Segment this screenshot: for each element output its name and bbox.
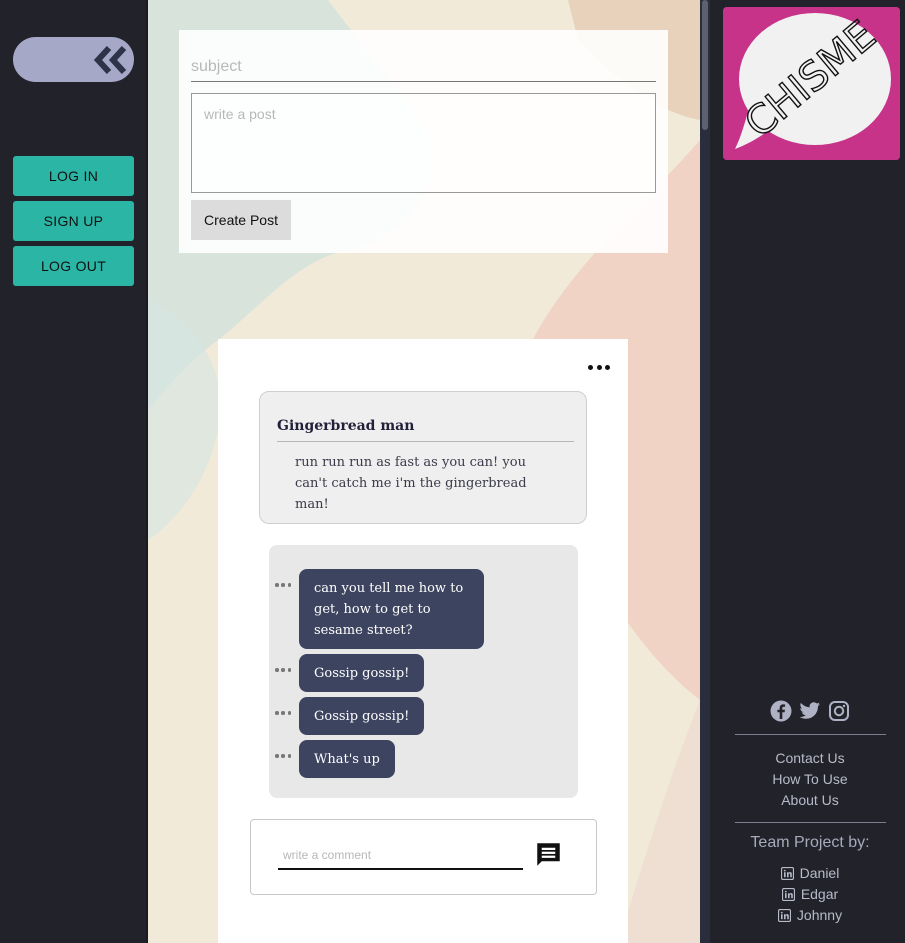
team-member-edgar[interactable]: Edgar xyxy=(710,886,905,902)
team-member-name: Daniel xyxy=(799,865,840,881)
logout-button[interactable]: LOG OUT xyxy=(13,246,134,286)
signup-button[interactable]: SIGN UP xyxy=(13,201,134,241)
comment-bubble: can you tell me how to get, how to get t… xyxy=(299,569,484,649)
message-icon[interactable] xyxy=(535,841,562,868)
comment-bubble: Gossip gossip! xyxy=(299,697,425,735)
team-title: Team Project by: xyxy=(750,834,870,851)
create-post-form: Create Post xyxy=(179,30,668,253)
team-member-name: Edgar xyxy=(800,886,839,902)
comment-form xyxy=(250,819,597,895)
more-horizontal-icon[interactable] xyxy=(588,361,610,373)
comment-more-icon[interactable] xyxy=(275,754,291,759)
comment-more-icon[interactable] xyxy=(275,668,291,673)
comment-bubble: Gossip gossip! xyxy=(299,654,425,692)
chisme-logo: CHISME xyxy=(723,7,900,160)
social-links xyxy=(770,700,850,722)
about-us-link[interactable]: About Us xyxy=(710,792,905,808)
login-button[interactable]: LOG IN xyxy=(13,156,134,196)
comment-input[interactable] xyxy=(278,842,523,870)
how-to-use-link[interactable]: How To Use xyxy=(710,771,905,787)
subject-input[interactable] xyxy=(191,52,656,82)
comments-list: can you tell me how to get, how to get t… xyxy=(269,545,578,798)
linkedin-icon xyxy=(781,887,795,901)
divider xyxy=(735,822,886,823)
collapse-sidebar-button[interactable] xyxy=(13,37,134,82)
comment-bubble: What's up xyxy=(299,740,395,778)
team-member-johnny[interactable]: Johnny xyxy=(710,907,905,923)
twitter-icon[interactable] xyxy=(799,700,821,722)
divider xyxy=(735,734,886,735)
left-sidebar: LOG IN SIGN UP LOG OUT xyxy=(0,0,148,943)
post-title: Gingerbread man xyxy=(277,418,574,442)
instagram-icon[interactable] xyxy=(828,700,850,722)
right-sidebar: CHISME Contact Us How To Use About Us Te… xyxy=(710,0,905,943)
comment-more-icon[interactable] xyxy=(275,583,291,588)
double-chevron-left-icon xyxy=(94,45,127,75)
linkedin-icon xyxy=(777,908,791,922)
team-member-name: Johnny xyxy=(796,907,843,923)
main-feed[interactable]: Create Post Gingerbread man run run run … xyxy=(148,0,700,943)
facebook-icon[interactable] xyxy=(770,700,792,722)
linkedin-icon xyxy=(780,866,794,880)
team-member-daniel[interactable]: Daniel xyxy=(710,865,905,881)
scrollbar-thumb[interactable] xyxy=(702,0,708,130)
create-post-button[interactable]: Create Post xyxy=(191,200,291,240)
post-card: Gingerbread man run run run as fast as y… xyxy=(218,339,628,943)
contact-us-link[interactable]: Contact Us xyxy=(710,750,905,766)
post-text: run run run as fast as you can! you can'… xyxy=(295,455,527,512)
comment-more-icon[interactable] xyxy=(275,711,291,716)
post-textarea[interactable] xyxy=(191,93,656,193)
scrollbar[interactable] xyxy=(700,0,710,943)
post-body: Gingerbread man run run run as fast as y… xyxy=(259,391,587,524)
